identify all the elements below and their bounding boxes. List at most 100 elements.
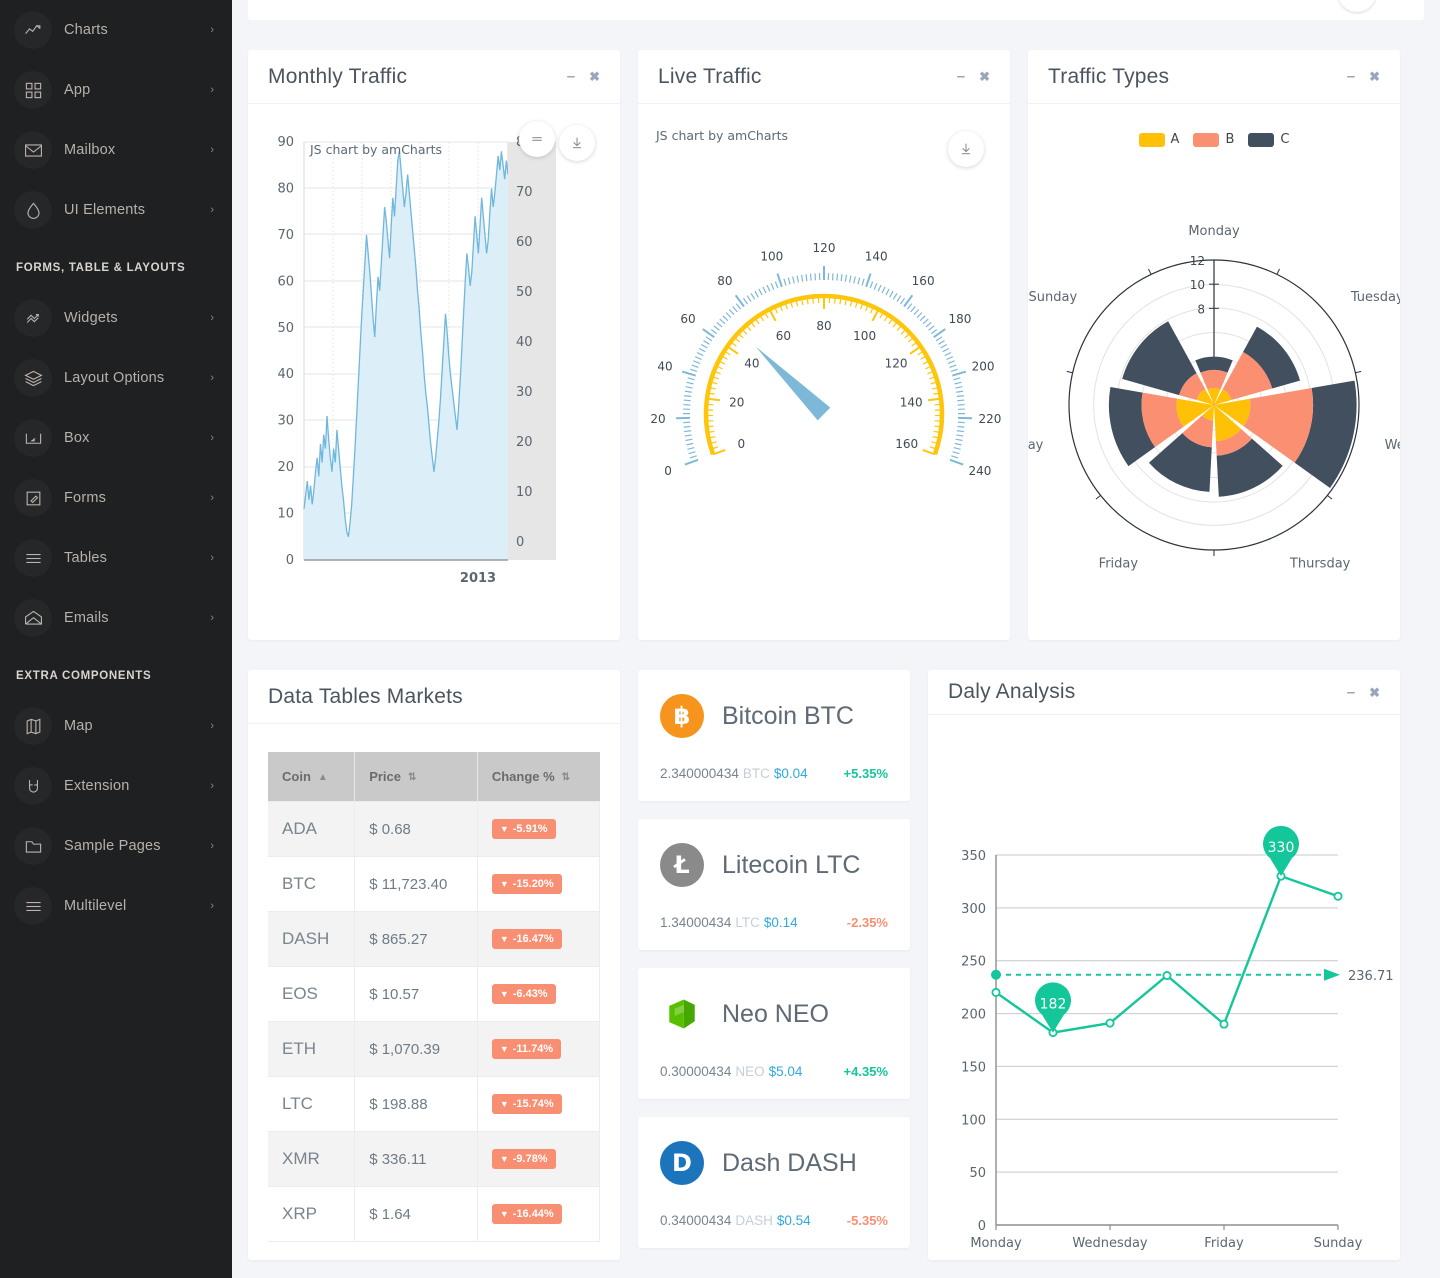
radial-category-label: Wednesday [1385, 438, 1400, 453]
status-badge: ▼ -9.78% [491, 1149, 556, 1169]
close-icon[interactable]: ✖ [979, 70, 990, 83]
data-point[interactable] [1162, 971, 1172, 981]
coin-card[interactable]: ฿ Bitcoin BTC 2.340000434 BTC $0.04 +5.35% [638, 670, 910, 801]
chevron-right-icon: › [210, 900, 214, 912]
legend-item[interactable]: A [1138, 132, 1179, 147]
y-axis-tick: 30 [277, 414, 294, 429]
coin-card[interactable]: D Dash DASH 0.34000434 DASH $0.54 -5.35% [638, 1117, 910, 1248]
sidebar-item-sample-pages[interactable]: Sample Pages › [0, 816, 232, 876]
y-axis-tick: 350 [961, 849, 986, 864]
table-header-change[interactable]: Change % ⇅ [477, 752, 600, 802]
gauge-inner-tick-label: 0 [737, 437, 745, 451]
sidebar-item-multilevel[interactable]: Multilevel › [0, 876, 232, 936]
minimize-icon[interactable]: – [1347, 69, 1355, 84]
data-point[interactable] [991, 987, 1001, 997]
sidebar-item-label: Box [64, 430, 90, 446]
sidebar-item-layout-options[interactable]: Layout Options › [0, 348, 232, 408]
grid-icon [14, 71, 52, 109]
main-content: Monthly Traffic – ✖ JS chart by amCharts [232, 0, 1440, 1278]
table-row[interactable]: EOS $ 10.57 ▼ -6.43% [268, 966, 601, 1022]
sidebar-item-label: Emails [64, 610, 109, 626]
guide-start-dot [991, 969, 1001, 980]
sidebar-item-forms[interactable]: Forms › [0, 468, 232, 528]
chart-download-button[interactable] [559, 125, 595, 161]
sort-both-icon[interactable]: ⇅ [562, 772, 570, 783]
radial-category-label: Friday [1099, 557, 1139, 572]
panel-tools: – ✖ [957, 69, 990, 84]
sidebar-item-tables[interactable]: Tables › [0, 528, 232, 588]
coin-amount: 0.30000434 [660, 1064, 732, 1079]
sidebar-item-widgets[interactable]: Widgets › [0, 288, 232, 348]
table-row[interactable]: ETH $ 1,070.39 ▼ -11.74% [268, 1021, 601, 1077]
coin-symbol: BTC [742, 766, 770, 781]
cell-change: ▼ -6.43% [477, 966, 601, 1022]
minimize-icon[interactable]: – [567, 69, 575, 84]
sidebar-item-ui-elements[interactable]: UI Elements › [0, 180, 232, 240]
scrollbar-tick: 50 [516, 285, 533, 300]
sidebar-item-app[interactable]: App › [0, 60, 232, 120]
x-axis-tick: Friday [1204, 1236, 1244, 1251]
table-row[interactable]: DASH $ 865.27 ▼ -16.47% [268, 911, 601, 967]
magnet-icon [14, 767, 52, 805]
minimize-icon[interactable]: – [1347, 685, 1355, 700]
table-row[interactable]: BTC $ 11,723.40 ▼ -15.20% [268, 856, 601, 912]
coin-card[interactable]: Ł Litecoin LTC 1.34000434 LTC $0.14 -2.35% [638, 819, 910, 950]
chevron-right-icon: › [210, 612, 214, 624]
sidebar-item-charts[interactable]: Charts › [0, 0, 232, 60]
badge-label: -15.20% [512, 878, 554, 890]
table-row[interactable]: ADA $ 0.68 ▼ -5.91% [268, 801, 601, 857]
sidebar-item-label: Charts [64, 22, 108, 38]
data-point[interactable] [1333, 891, 1343, 901]
close-icon[interactable]: ✖ [589, 70, 600, 83]
table-row[interactable]: XMR $ 336.11 ▼ -9.78% [268, 1131, 601, 1187]
caret-down-icon: ▼ [499, 1154, 509, 1164]
chart-menu-button[interactable] [519, 121, 555, 157]
daly-analysis-chart: 0 50 100 150 200 250 300 350 236.71 182 330 Monday W… [961, 825, 1394, 1251]
y-axis-tick: 300 [961, 902, 986, 917]
sidebar-item-emails[interactable]: Emails › [0, 588, 232, 648]
close-icon[interactable]: ✖ [1369, 686, 1380, 699]
sort-asc-icon[interactable]: ▲ [318, 772, 328, 783]
badge-label: -5.91% [512, 823, 548, 835]
chevron-right-icon: › [210, 780, 214, 792]
panel-header: Monthly Traffic – ✖ [248, 50, 620, 104]
table-header-row: Coin ▲ Price ⇅ Change % ⇅ [268, 752, 600, 802]
gauge-inner-tick-label: 160 [895, 437, 918, 451]
sidebar-item-label: UI Elements [64, 202, 146, 218]
sidebar-item-label: Layout Options [64, 370, 165, 386]
gauge-inner-tick-label: 140 [900, 396, 923, 410]
table-row[interactable]: XRP $ 1.64 ▼ -16.44% [268, 1186, 601, 1242]
sidebar-item-extension[interactable]: Extension › [0, 756, 232, 816]
y-axis-tick: 50 [969, 1166, 986, 1181]
sidebar-item-mailbox[interactable]: Mailbox › [0, 120, 232, 180]
data-point[interactable] [1219, 1019, 1229, 1029]
sidebar-item-label: Multilevel [64, 898, 127, 914]
menu-lines-icon [14, 887, 52, 925]
table-row[interactable]: LTC $ 198.88 ▼ -15.74% [268, 1076, 601, 1132]
cell-price: $ 865.27 [354, 911, 478, 967]
panel-tools: – ✖ [1347, 69, 1380, 84]
sidebar-item-box[interactable]: Box › [0, 408, 232, 468]
table-header-coin[interactable]: Coin ▲ [268, 752, 356, 802]
cell-price: $ 336.11 [354, 1131, 478, 1187]
panel-header: Live Traffic – ✖ [638, 50, 1010, 104]
status-badge: ▼ -6.43% [491, 984, 556, 1004]
gauge-outer-tick-label: 220 [978, 412, 1001, 426]
data-point[interactable] [1105, 1018, 1115, 1028]
chart-download-button[interactable] [948, 131, 984, 167]
scrollbar-tick: 70 [516, 185, 533, 200]
coin-card[interactable]: Neo NEO 0.30000434 NEO $5.04 +4.35% [638, 968, 910, 1099]
legend-item[interactable]: B [1193, 132, 1234, 147]
chevron-right-icon: › [210, 204, 214, 216]
y-axis-tick: 60 [277, 274, 294, 289]
floating-action-circle[interactable] [1338, 0, 1376, 12]
legend-item[interactable]: C [1248, 132, 1289, 147]
gauge-outer-tick-label: 180 [949, 312, 972, 326]
table-head: Coin ▲ Price ⇅ Change % ⇅ [268, 752, 600, 802]
sidebar-item-map[interactable]: Map › [0, 696, 232, 756]
panel-body: Coin ▲ Price ⇅ Change % ⇅ ADA $ 0.68 ▼ -5.91% BTC… [248, 724, 620, 1260]
sort-both-icon[interactable]: ⇅ [408, 772, 416, 783]
close-icon[interactable]: ✖ [1369, 70, 1380, 83]
table-header-price[interactable]: Price ⇅ [354, 752, 478, 802]
minimize-icon[interactable]: – [957, 69, 965, 84]
